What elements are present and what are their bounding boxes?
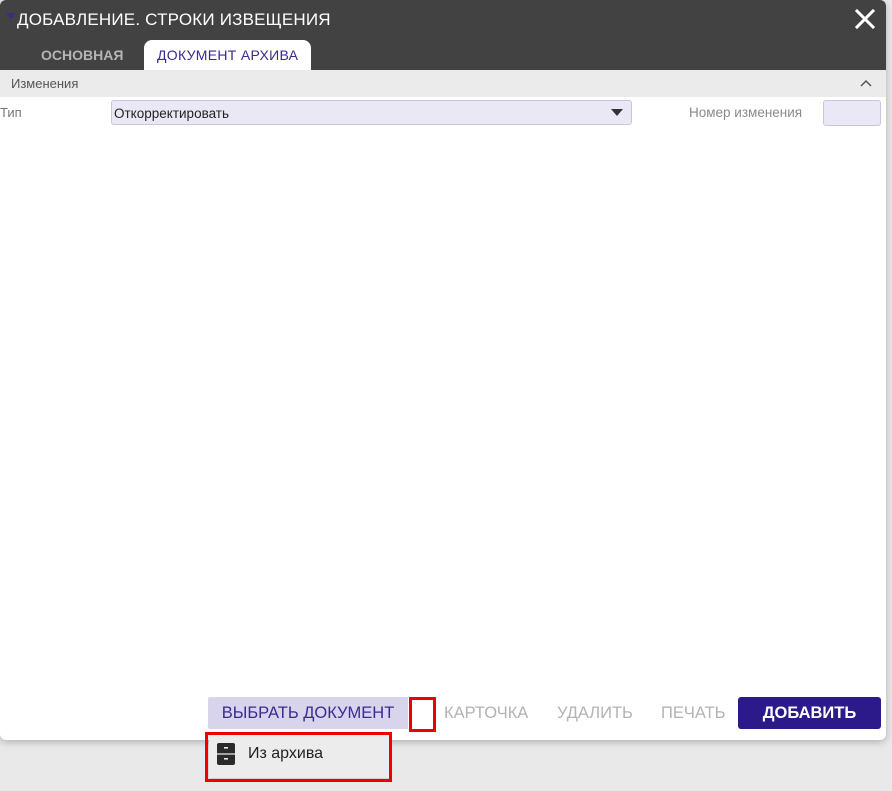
menu-item-from-archive[interactable]: Из архива (209, 734, 389, 778)
chevron-up-icon[interactable] (858, 76, 874, 90)
caret-down-icon (6, 13, 16, 19)
dialog-header: ДОБАВЛЕНИЕ. СТРОКИ ИЗВЕЩЕНИЯ ОСНОВНАЯ ДО… (0, 0, 886, 70)
print-button[interactable]: ПЕЧАТЬ (661, 697, 726, 729)
section-title: Изменения (11, 76, 79, 91)
caret-down-icon (611, 109, 623, 116)
type-select[interactable]: Откорректировать (111, 100, 632, 125)
delete-button[interactable]: УДАЛИТЬ (557, 697, 633, 729)
change-number-label: Номер изменения (689, 105, 803, 120)
card-button[interactable]: КАРТОЧКА (444, 697, 528, 729)
type-select-value: Откорректировать (114, 106, 230, 121)
select-document-button[interactable]: ВЫБРАТЬ ДОКУМЕНТ (208, 697, 408, 729)
add-button[interactable]: ДОБАВИТЬ (738, 697, 881, 729)
close-icon[interactable] (854, 8, 876, 30)
dialog: ДОБАВЛЕНИЕ. СТРОКИ ИЗВЕЩЕНИЯ ОСНОВНАЯ ДО… (0, 0, 886, 740)
change-number-input[interactable] (823, 100, 881, 126)
tab-archive-document[interactable]: ДОКУМЕНТ АРХИВА (144, 40, 312, 70)
dialog-title: ДОБАВЛЕНИЕ. СТРОКИ ИЗВЕЩЕНИЯ (17, 10, 331, 29)
section-header: Изменения (0, 70, 886, 97)
type-label: Тип (0, 105, 22, 120)
tab-main[interactable]: ОСНОВНАЯ (28, 40, 136, 70)
archive-cabinet-icon (217, 743, 235, 765)
menu-item-label: Из архива (248, 745, 324, 762)
dropdown-menu: Из архива (209, 734, 389, 778)
